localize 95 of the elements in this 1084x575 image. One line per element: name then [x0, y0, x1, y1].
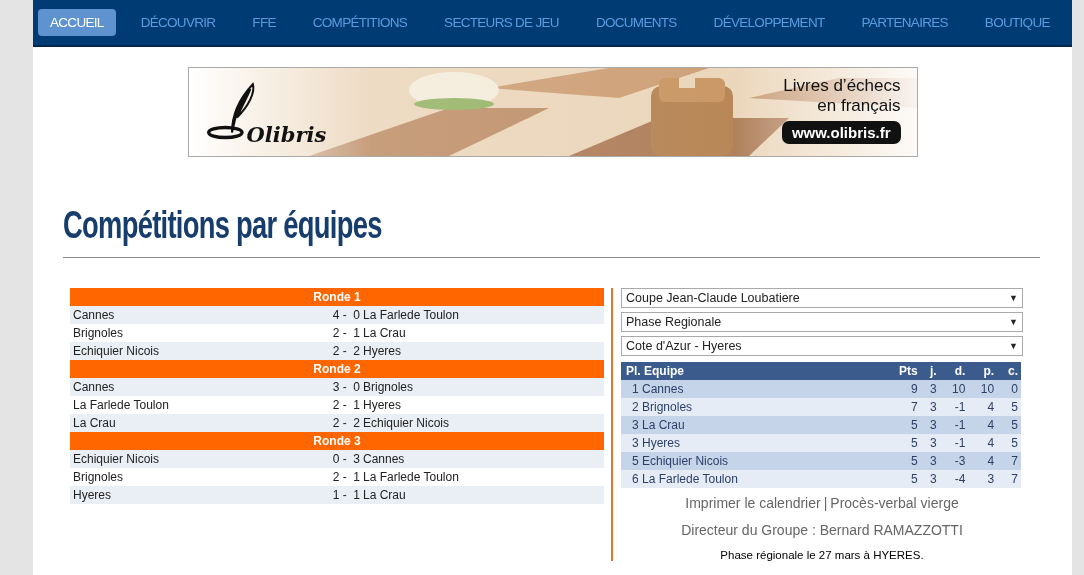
- table-cell: -1: [939, 434, 969, 452]
- director-text: Directeur du Groupe : Bernard RAMAZZOTTI: [680, 522, 964, 538]
- column-header: Pts: [884, 362, 921, 380]
- team-cell: 3 Hyeres: [621, 434, 884, 452]
- round-header: Ronde 3: [70, 432, 604, 450]
- nav-item[interactable]: COMPÉTITIONS: [300, 9, 420, 36]
- nav-item[interactable]: DÉVELOPPEMENT: [701, 9, 837, 36]
- banner-ad[interactable]: Olibris Livres d’échecs en français www.olibris.fr: [187, 67, 918, 157]
- dropdown[interactable]: Cote d'Azur - Hyeres ▼: [621, 336, 1023, 356]
- table-cell: 10: [968, 380, 998, 398]
- dropdown[interactable]: Phase Regionale ▼: [621, 312, 1023, 332]
- nav-item[interactable]: FFE: [240, 9, 288, 36]
- nav-item[interactable]: ACCUEIL: [38, 9, 116, 36]
- table-cell: 5: [884, 416, 921, 434]
- team-cell: 2 Brignoles: [621, 398, 884, 416]
- table-cell: -1: [939, 398, 969, 416]
- team-cell-text: Cannes: [362, 451, 405, 468]
- team-cell-text: Brignoles: [362, 379, 414, 396]
- round-header: Ronde 1: [70, 288, 604, 306]
- table-cell: 10: [939, 380, 969, 398]
- print-calendar-link[interactable]: Imprimer le calendrier: [685, 495, 821, 511]
- team-cell-text: Cannes: [72, 379, 116, 396]
- team-cell: 1 Cannes: [621, 380, 884, 398]
- score-cell-text: 3 - 0: [331, 379, 360, 396]
- table-cell: 7: [997, 452, 1021, 470]
- table-cell: 4: [968, 452, 998, 470]
- team-cell-text: La Crau: [362, 487, 406, 504]
- table-cell: 3: [968, 470, 998, 488]
- table-cell: -4: [939, 470, 969, 488]
- team-cell-text: Cannes: [72, 307, 116, 324]
- score-cell-text: 0 - 3: [331, 451, 360, 468]
- page-title: Compétitions par équipes: [63, 203, 382, 247]
- score-cell-text: 2 - 1: [331, 397, 360, 414]
- table-cell: 3: [920, 416, 940, 434]
- score-cell-text: 2 - 1: [331, 325, 360, 342]
- table-cell: 4: [968, 398, 998, 416]
- column-header: c.: [997, 362, 1021, 380]
- table-cell: 9: [884, 380, 921, 398]
- score-cell-text: 1 - 1: [331, 487, 360, 504]
- team-cell: 3 La Crau: [621, 416, 884, 434]
- table-cell: 0: [997, 380, 1021, 398]
- separator: |: [823, 495, 828, 511]
- team-cell-text: Hyeres: [362, 397, 401, 414]
- table-cell: 5: [884, 452, 921, 470]
- team-cell-text: La Farlede Toulon: [72, 397, 170, 414]
- team-cell-text: Brignoles: [72, 325, 125, 342]
- table-cell: 3: [920, 434, 940, 452]
- nav-item[interactable]: BOUTIQUE: [972, 9, 1062, 36]
- banner-tagline: en français: [817, 96, 901, 116]
- team-cell-text: Brignoles: [72, 469, 125, 486]
- team-cell-text: La Farlede Toulon: [362, 307, 459, 324]
- table-cell: 3: [920, 398, 940, 416]
- team-cell-text: Echiquier Nicois: [72, 343, 161, 360]
- team-cell-text: Echiquier Nicois: [362, 415, 450, 432]
- table-cell: 7: [884, 398, 921, 416]
- dropdown[interactable]: Coupe Jean-Claude Loubatiere ▼: [621, 288, 1023, 308]
- table-cell: 5: [884, 434, 921, 452]
- column-header: d.: [939, 362, 969, 380]
- team-cell: 6 La Farlede Toulon: [621, 470, 884, 488]
- nav-item[interactable]: PARTENAIRES: [849, 9, 960, 36]
- team-cell-text: La Crau: [362, 325, 406, 342]
- nav-item[interactable]: DÉCOUVRIR: [128, 9, 228, 36]
- table-cell: 5: [997, 416, 1021, 434]
- table-cell: 4: [968, 416, 998, 434]
- table-cell: 3: [920, 380, 940, 398]
- score-cell-text: 2 - 2: [331, 343, 360, 360]
- nav-item[interactable]: SECTEURS DE JEU: [432, 9, 571, 36]
- table-cell: 5: [997, 398, 1021, 416]
- score-cell-text: 2 - 1: [331, 469, 360, 486]
- team-cell: 5 Echiquier Nicois: [621, 452, 884, 470]
- team-cell-text: La Farlede Toulon: [362, 469, 459, 486]
- score-cell-text: 4 - 0: [331, 307, 360, 324]
- table-cell: 5: [884, 470, 921, 488]
- team-cell-text: La Crau: [72, 415, 117, 432]
- website-badge[interactable]: www.olibris.fr: [781, 121, 901, 144]
- table-cell: -1: [939, 416, 969, 434]
- column-header: Pl. Equipe: [621, 362, 884, 380]
- round-header: Ronde 2: [70, 360, 604, 378]
- banner-tagline: Livres d’échecs: [783, 76, 901, 96]
- team-cell-text: Hyeres: [72, 487, 112, 504]
- table-cell: -3: [939, 452, 969, 470]
- phase-note: Phase régionale le 27 mars à HYERES.: [719, 549, 925, 561]
- brand-logo: Olibris: [246, 122, 327, 147]
- table-cell: 4: [968, 434, 998, 452]
- column-header: p.: [968, 362, 998, 380]
- column-header: j.: [920, 362, 940, 380]
- table-cell: 3: [920, 470, 940, 488]
- table-cell: 3: [920, 452, 940, 470]
- nav-item[interactable]: DOCUMENTS: [583, 9, 689, 36]
- table-cell: 7: [997, 470, 1021, 488]
- score-cell-text: 2 - 2: [331, 415, 360, 432]
- team-cell-text: Hyeres: [362, 343, 401, 360]
- table-cell: 5: [997, 434, 1021, 452]
- report-link[interactable]: Procès-verbal vierge: [830, 495, 959, 511]
- team-cell-text: Echiquier Nicois: [72, 451, 161, 468]
